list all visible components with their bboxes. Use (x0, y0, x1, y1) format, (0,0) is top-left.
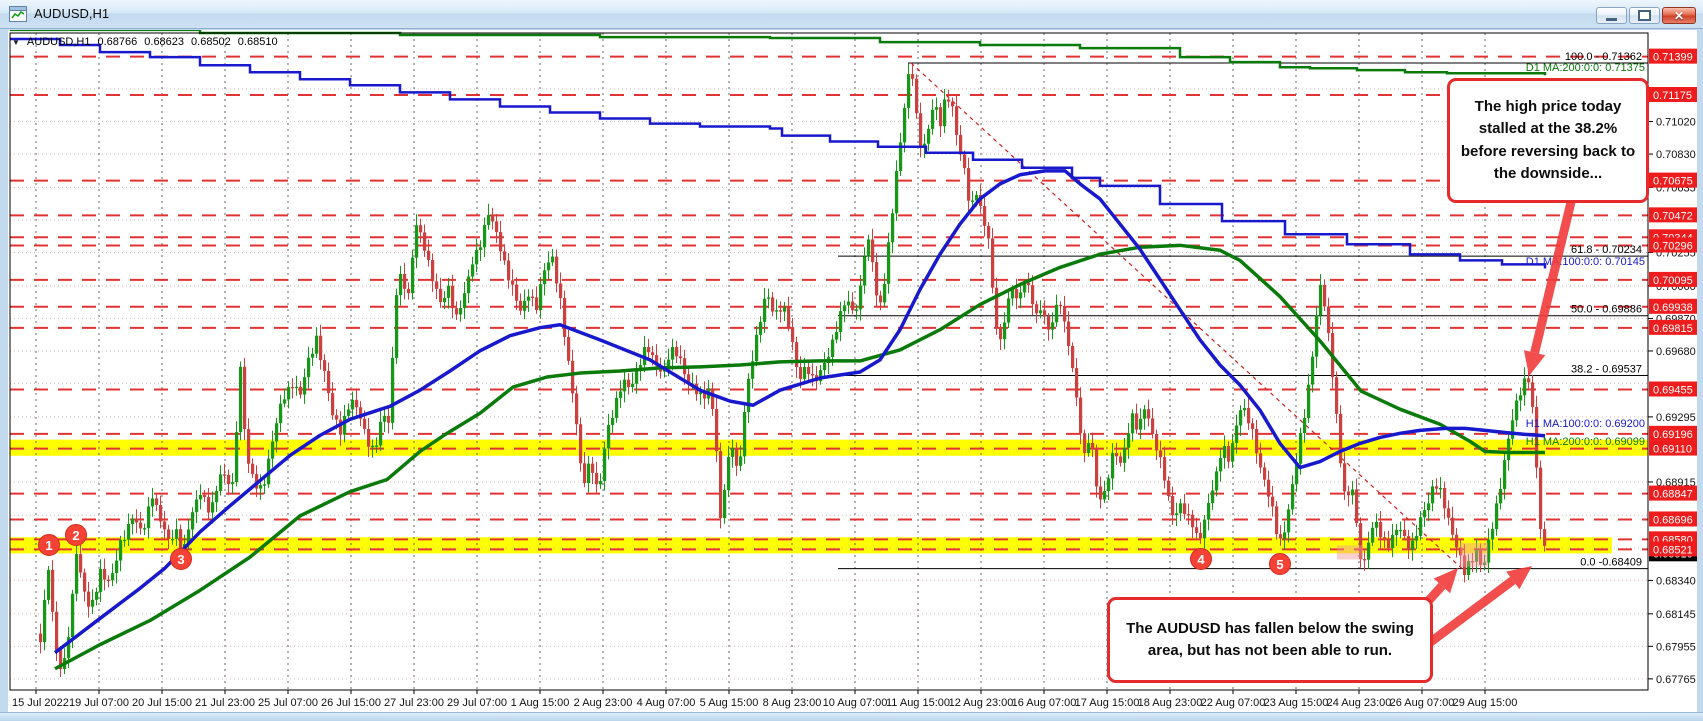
time-label: 16 Aug 07:00 (1012, 697, 1077, 709)
key-level-label: 0.71175 (1653, 90, 1692, 102)
fib-label: 61.8 - 0.70234 (1571, 244, 1642, 256)
key-level-label: 0.70675 (1653, 176, 1693, 188)
time-label: 19 Jul 07:00 (69, 697, 129, 709)
key-level-label: 0.70472 (1653, 210, 1693, 222)
time-label: 4 Aug 07:00 (637, 697, 696, 709)
key-level-label: 0.71399 (1653, 52, 1693, 64)
status-bar (0, 712, 1703, 721)
price-chart[interactable]: 0.710200.708300.706350.702550.700600.698… (8, 30, 1697, 712)
key-level-label: 0.68521 (1653, 544, 1693, 556)
key-level-label: 0.69196 (1653, 429, 1693, 441)
price-label: 0.67955 (1656, 641, 1696, 653)
time-label: 26 Jul 15:00 (321, 697, 381, 709)
window-controls: ✕ (1596, 7, 1696, 24)
close-icon: ✕ (1673, 8, 1685, 23)
time-label: 15 Jul 2022 (12, 697, 69, 709)
swing-marker-2: 2 (65, 524, 87, 546)
h1ma100-label: H1 MA:100:0:0: 0.69200 (1526, 418, 1645, 430)
close-button[interactable]: ✕ (1662, 7, 1696, 24)
time-label: 17 Aug 15:00 (1075, 697, 1140, 709)
ohlc-symbol: AUDUSD,H1 (26, 36, 91, 48)
minimize-button[interactable] (1596, 7, 1627, 24)
time-label: 11 Aug 15:00 (886, 697, 950, 709)
time-label: 20 Jul 15:00 (132, 697, 192, 709)
ohlc-high: 0.68623 (144, 36, 185, 48)
swing-marker-1: 1 (38, 534, 60, 556)
key-level-label: 0.69455 (1653, 384, 1693, 396)
price-label: 0.70830 (1656, 149, 1696, 161)
annotation-top-box: The high price today stalled at the 38.2… (1447, 78, 1649, 203)
time-label: 5 Aug 15:00 (700, 697, 759, 709)
time-label: 1 Aug 15:00 (511, 697, 570, 709)
key-level-label: 0.69110 (1653, 444, 1692, 456)
restore-button[interactable] (1629, 7, 1660, 24)
time-label: 27 Jul 23:00 (384, 697, 444, 709)
time-label: 12 Aug 23:00 (949, 697, 1014, 709)
key-level-label: 0.68847 (1653, 489, 1693, 501)
key-level-label: 0.68696 (1653, 514, 1693, 526)
price-label: 0.67765 (1656, 674, 1696, 686)
time-label: 18 Aug 23:00 (1138, 697, 1203, 709)
key-level-label: 0.69938 (1653, 302, 1693, 314)
time-label: 26 Aug 07:00 (1390, 697, 1455, 709)
price-label: 0.71020 (1656, 117, 1696, 129)
restore-icon (1638, 10, 1651, 21)
time-label: 23 Aug 15:00 (1264, 697, 1329, 709)
time-label: 10 Aug 07:00 (823, 697, 888, 709)
fib-label: 0.0 -0.68409 (1580, 557, 1642, 569)
annotation-bottom-box: The AUDUSD has fallen below the swing ar… (1107, 597, 1433, 683)
symbol-dropdown-icon[interactable]: ▼ (12, 38, 20, 47)
key-level-label: 0.70095 (1653, 275, 1693, 287)
time-label: 29 Aug 15:00 (1453, 697, 1518, 709)
swing-marker-4: 4 (1190, 548, 1212, 570)
swing-marker-3: 3 (170, 548, 192, 570)
ohlc-open: 0.68766 (97, 36, 138, 48)
time-label: 8 Aug 23:00 (763, 697, 822, 709)
time-label: 29 Jul 07:00 (447, 697, 507, 709)
chart-panel: 0.710200.708300.706350.702550.700600.698… (8, 30, 1697, 712)
price-label: 0.68145 (1656, 609, 1696, 621)
time-label: 21 Jul 23:00 (195, 697, 255, 709)
annotation-top-text: The high price today stalled at the 38.2… (1460, 97, 1636, 183)
swing-marker-5: 5 (1269, 553, 1291, 575)
window-title: AUDUSD,H1 (34, 6, 110, 21)
ohlc-header: ▼ AUDUSD,H1 0.68766 0.68623 0.68502 0.68… (12, 36, 278, 48)
fib-label: 50.0 - 0.69886 (1571, 304, 1642, 316)
key-level-label: 0.69815 (1653, 323, 1693, 335)
time-label: 22 Aug 07:00 (1201, 697, 1266, 709)
title-bar[interactable]: AUDUSD,H1 ✕ (0, 0, 1703, 29)
application-window: AUDUSD,H1 ✕ 0.71020 0.70830 0.70635 0.70255… (0, 0, 1703, 721)
price-label: 0.69680 (1656, 346, 1696, 358)
price-label: 0.69295 (1656, 412, 1696, 424)
time-label: 24 Aug 23:00 (1327, 697, 1392, 709)
d1ma100-label: D1 MA:100:0:0: 0.70145 (1526, 256, 1645, 268)
price-label: 0.68340 (1656, 575, 1696, 587)
d1ma200-label: D1 MA:200:0:0: 0.71375 (1526, 62, 1645, 74)
chart-icon (9, 6, 27, 22)
time-label: 25 Jul 07:00 (258, 697, 318, 709)
fib-label: 38.2 - 0.69537 (1571, 363, 1642, 375)
ohlc-close: 0.68510 (237, 36, 278, 48)
time-label: 2 Aug 23:00 (574, 697, 633, 709)
key-level-label: 0.70296 (1653, 240, 1693, 252)
ohlc-low: 0.68502 (191, 36, 231, 48)
annotation-bottom-text: The AUDUSD has fallen below the swing ar… (1126, 619, 1414, 660)
h1ma200-label: H1 MA:200:0:0: 0.69099 (1526, 436, 1645, 448)
minimize-icon (1606, 17, 1617, 21)
